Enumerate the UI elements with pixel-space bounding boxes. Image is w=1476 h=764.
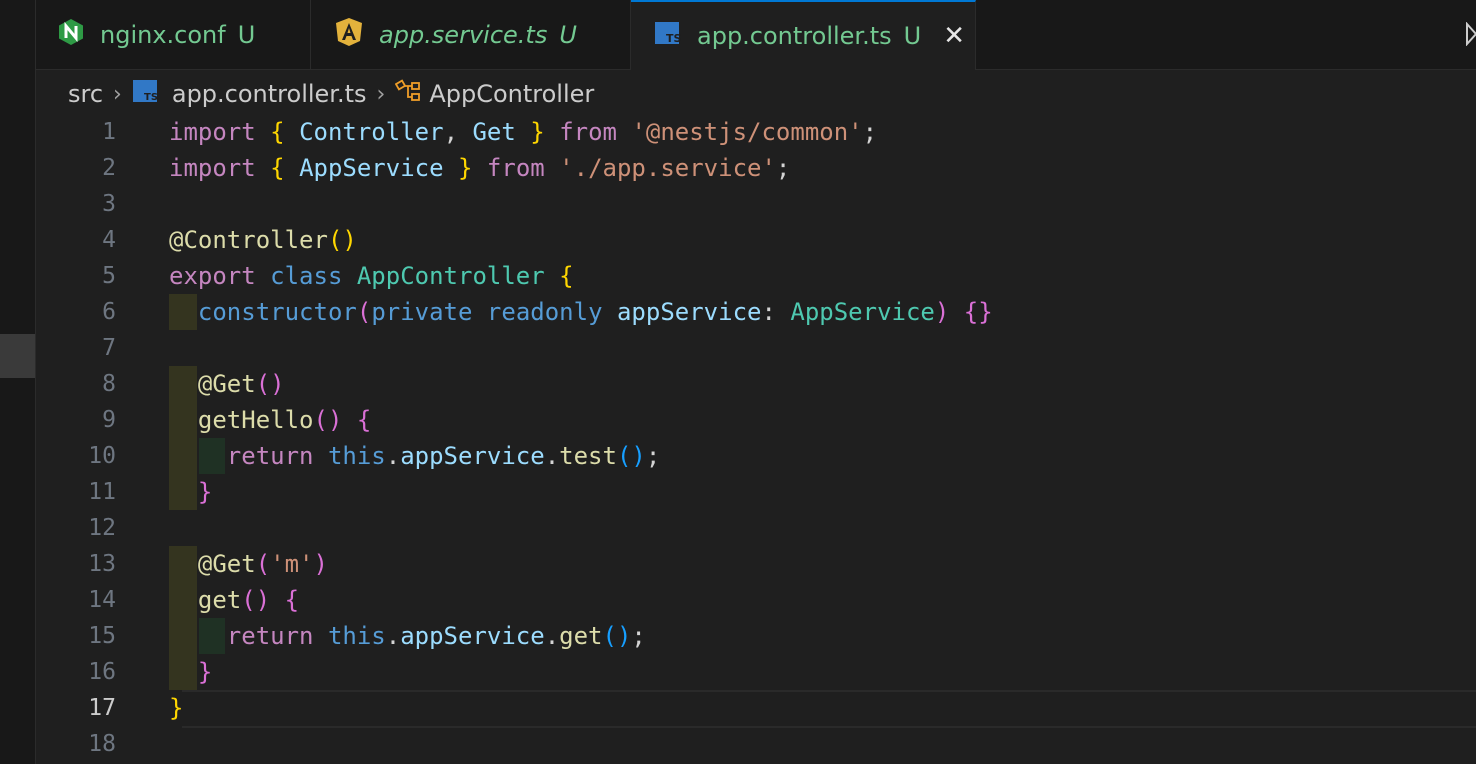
line-code: @Controller() [169,226,357,254]
line-number: 4 [102,227,116,253]
chevron-right-icon: › [113,81,122,107]
code-line[interactable]: 8 @Get() [36,366,1476,402]
untracked-badge: U [559,20,577,49]
line-code: return this.appService.get(); [226,622,646,650]
line-code: } [197,658,213,686]
code-line[interactable]: 15 return this.appService.get(); [36,618,1476,654]
line-number: 11 [88,479,116,505]
code-line[interactable]: 4 @Controller() [36,222,1476,258]
line-code: @Get('m') [197,550,328,578]
activity-bar-selected-item[interactable] [0,334,35,378]
code-line[interactable]: 6 constructor(private readonly appServic… [36,294,1476,330]
line-number: 15 [88,623,116,649]
line-number: 13 [88,551,116,577]
line-number: 18 [88,731,116,757]
nginx-icon [58,18,84,52]
activity-bar-edge [0,0,36,764]
code-line[interactable]: 14 get() { [36,582,1476,618]
code-line[interactable]: 10 return this.appService.test(); [36,438,1476,474]
line-code: } [169,694,184,722]
svg-text:TS: TS [666,32,681,45]
line-code: } [197,478,213,506]
line-number: 14 [88,587,116,613]
line-code: constructor(private readonly appService:… [197,298,993,326]
code-line[interactable]: 2 import { AppService } from './app.servi… [36,150,1476,186]
untracked-badge: U [903,22,922,50]
line-number: 2 [102,155,116,181]
code-line[interactable]: 12 [36,510,1476,546]
line-number: 7 [102,335,116,361]
line-code: @Get() [197,370,285,398]
typescript-icon: TS [132,79,158,109]
code-line[interactable]: 13 @Get('m') [36,546,1476,582]
close-icon[interactable]: ✕ [943,21,965,51]
code-line[interactable]: 1 import { Controller, Get } from '@nestj… [36,114,1476,150]
code-line[interactable]: 11 } [36,474,1476,510]
line-code: return this.appService.test(); [226,442,661,470]
line-number: 6 [102,299,116,325]
code-line[interactable]: 5 export class AppController { [36,258,1476,294]
line-code: getHello() { [197,406,372,434]
line-number: 12 [88,515,116,541]
line-number: 5 [102,263,116,289]
code-line[interactable]: 9 getHello() { [36,402,1476,438]
play-icon[interactable] [1466,21,1476,47]
code-line[interactable]: 7 [36,330,1476,366]
code-line[interactable]: 17} [36,690,1476,726]
code-line[interactable]: 16 } [36,654,1476,690]
breadcrumb: src › TS app.controller.ts › AppControll… [68,74,594,114]
line-number: 8 [102,371,116,397]
chevron-right-icon: › [376,81,386,107]
code-line[interactable]: 18 [36,726,1476,762]
code-line[interactable]: 3 [36,186,1476,222]
editor-tab-bar: nginx.conf U app.service.ts U TS app.con… [36,0,1476,70]
code-lines: 1 import { Controller, Get } from '@nestj… [36,114,1476,762]
untracked-badge: U [237,20,256,49]
tab-label: app.controller.ts [697,22,892,50]
angular-icon [335,17,363,53]
typescript-icon: TS [653,20,682,52]
breadcrumb-file[interactable]: app.controller.ts [172,80,367,108]
line-code: import { AppService } from './app.servic… [169,154,791,182]
line-number: 9 [102,407,116,433]
svg-text:TS: TS [144,92,158,103]
breadcrumb-symbol[interactable]: AppController [429,80,594,108]
line-number: 3 [102,191,116,217]
line-number: 17 [88,695,116,721]
line-number: 10 [88,443,116,469]
line-code: get() { [197,586,300,614]
code-editor[interactable]: 1 import { Controller, Get } from '@nestj… [36,114,1476,764]
line-code: export class AppController { [169,262,574,290]
tab-app-controller-active[interactable]: TS app.controller.ts U ✕ [631,0,976,70]
tab-label: app.service.ts [379,20,548,49]
tab-label: nginx.conf [100,20,226,49]
tab-app-service[interactable]: app.service.ts U [311,0,631,69]
tab-nginx-conf[interactable]: nginx.conf U [36,0,311,69]
breadcrumb-folder[interactable]: src [68,80,103,108]
class-symbol-icon [395,79,423,109]
line-number: 1 [102,119,116,145]
line-number: 16 [88,659,116,685]
line-code: import { Controller, Get } from '@nestjs… [169,118,878,146]
